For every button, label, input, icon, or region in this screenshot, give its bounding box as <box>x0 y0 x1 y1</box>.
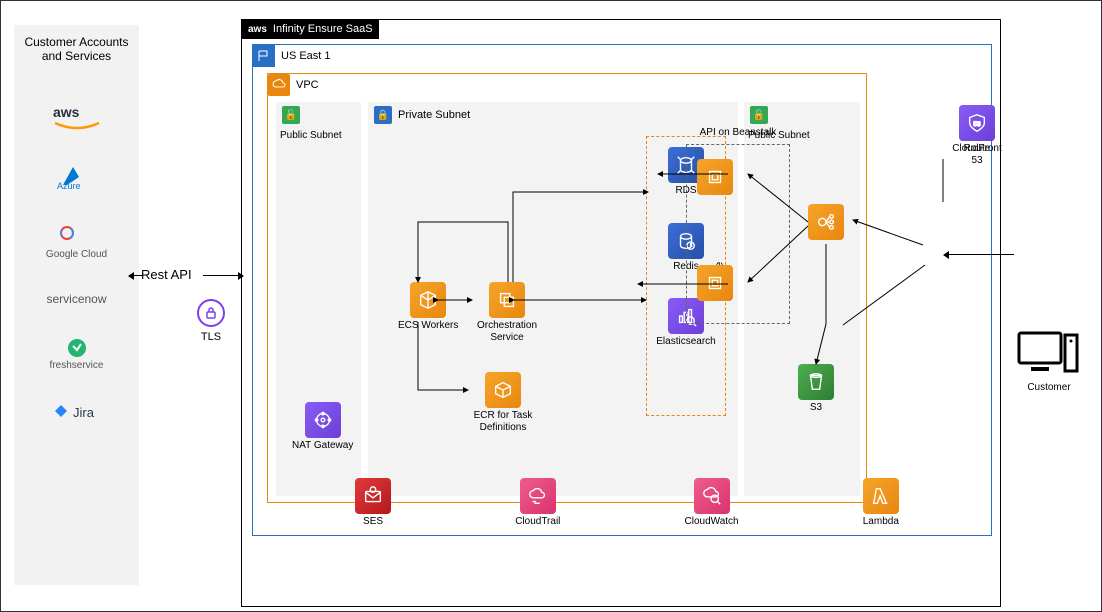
ecs-workers-service: ECS Workers <box>398 282 458 332</box>
arrow-customer-route53 <box>944 254 1014 255</box>
route53-service: 53 Route 53 <box>959 105 995 166</box>
computer-icon <box>1017 329 1081 379</box>
azure-logo-icon: Azure <box>53 163 101 191</box>
freshservice-logo-icon <box>67 338 87 358</box>
svg-text:Azure: Azure <box>57 181 81 191</box>
route53-icon: 53 <box>959 105 995 141</box>
ecr-service: ECR for Task Definitions <box>468 372 538 433</box>
sidebar-title: Customer Accounts and Services <box>14 35 139 63</box>
arrow-restapi-right <box>203 275 243 276</box>
orchestration-service: Orchestration Service <box>472 282 542 343</box>
aws-logo-badge: aws <box>242 20 273 39</box>
lock-open-icon-right: 🔓 <box>750 106 768 124</box>
ses-icon <box>355 478 391 514</box>
aws-title: Infinity Ensure SaaS <box>273 19 379 39</box>
provider-jira: Jira <box>53 403 101 425</box>
beanstalk-instance-b <box>697 265 733 301</box>
rest-api-label: Rest API <box>141 267 192 282</box>
private-subnet: 🔒 Private Subnet ECS Workers <box>368 102 738 496</box>
region-flag-icon <box>253 45 275 67</box>
gcp-logo-icon <box>53 223 101 247</box>
region-box: US East 1 VPC 🔓 Public Subnet <box>252 44 992 536</box>
public-subnet-left: 🔓 Public Subnet NAT Gateway <box>276 102 361 496</box>
lock-closed-icon: 🔒 <box>374 106 392 124</box>
vpc-label: VPC <box>296 79 319 91</box>
ec2-icon <box>697 265 733 301</box>
cloudtrail-service: CloudTrail <box>515 478 560 528</box>
cloudwatch-icon <box>694 478 730 514</box>
ec2-icon <box>697 159 733 195</box>
provider-servicenow: servicenow <box>46 292 106 306</box>
aws-account-box: aws Infinity Ensure SaaS US East 1 VPC <box>241 19 1001 607</box>
provider-aws: aws <box>53 103 101 131</box>
vpc-cloud-icon <box>268 74 290 96</box>
svg-text:Jira: Jira <box>73 405 95 420</box>
aws-logo-icon: aws <box>53 103 101 131</box>
region-bottom-services: SES CloudTrail CloudWatch <box>293 478 961 528</box>
lock-open-icon: 🔓 <box>282 106 300 124</box>
jira-logo-icon: Jira <box>53 403 101 425</box>
vpc-box: VPC 🔓 Public Subnet NAT Gateway <box>267 73 867 503</box>
cloudtrail-icon <box>520 478 556 514</box>
provider-azure: Azure <box>53 163 101 191</box>
load-balancer-service <box>808 204 844 240</box>
provider-freshservice: freshservice <box>50 338 104 371</box>
customer-sidebar: Customer Accounts and Services aws Azure… <box>14 25 139 585</box>
s3-service: S3 <box>798 364 834 414</box>
orchestration-icon <box>489 282 525 318</box>
tls-lock-icon <box>197 299 225 327</box>
lambda-icon <box>863 478 899 514</box>
nat-gateway-service: NAT Gateway <box>292 402 353 452</box>
s3-icon <box>798 364 834 400</box>
customer-endpoint: Customer <box>1017 329 1081 394</box>
cloudwatch-service: CloudWatch <box>685 478 739 528</box>
beanstalk-label: API on Beanstalk <box>687 127 789 138</box>
svg-text:aws: aws <box>53 104 80 120</box>
nat-gateway-icon <box>305 402 341 438</box>
load-balancer-icon <box>808 204 844 240</box>
ses-service: SES <box>355 478 391 528</box>
ecs-icon <box>410 282 446 318</box>
lambda-service: Lambda <box>863 478 899 528</box>
ecr-icon <box>485 372 521 408</box>
beanstalk-group: API on Beanstalk <box>686 144 790 324</box>
tls-block: TLS <box>197 299 225 343</box>
svg-text:53: 53 <box>973 121 981 128</box>
beanstalk-instance-a <box>697 159 733 195</box>
provider-gcp: Google Cloud <box>46 223 107 260</box>
region-label: US East 1 <box>281 50 331 62</box>
